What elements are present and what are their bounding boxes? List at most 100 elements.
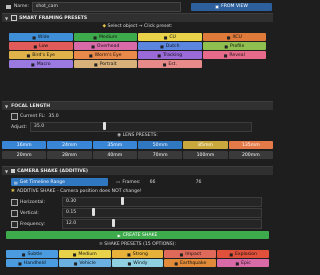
track-icon: ■ [157, 52, 162, 58]
slider-knob[interactable] [121, 197, 125, 205]
framing-preset-label: Tracking [163, 52, 183, 58]
framing-preset-low-button[interactable]: ■ Low [9, 42, 73, 50]
shake-preset-impact-button[interactable]: ■ Impact [164, 250, 217, 258]
frame-start-input[interactable]: 66 [147, 178, 190, 186]
framing-preset-label: Profile [229, 43, 245, 49]
frequency-slider[interactable]: 12.0 [62, 219, 262, 229]
shake-preset-strong-button[interactable]: ■ Strong [111, 250, 164, 258]
camera-name-input[interactable]: shot_cam [31, 1, 182, 12]
framing-hint-text: Select object → Click preset: [107, 24, 173, 29]
lens-presets-header: ◉ LENS PRESETS: [0, 133, 275, 140]
vertical-checkbox[interactable] [11, 209, 18, 217]
shake-preset-subtle-button[interactable]: ■ Subtle [6, 250, 58, 258]
lens-70mm-button[interactable]: 70mm [137, 151, 183, 159]
lens-85mm-button[interactable]: 85mm [183, 141, 228, 149]
framing-preset-macro-button[interactable]: ■ Macro [9, 60, 73, 68]
shake-preset-icon: ■ [73, 260, 78, 266]
section-camera-shake[interactable]: ▼ CAMERA SHAKE (ADDITIVE) [2, 166, 273, 175]
framing-preset-label: Macro [36, 61, 51, 67]
collapse-triangle-icon: ▼ [5, 103, 9, 109]
framing-preset-dutch-button[interactable]: ■ Dutch [138, 42, 202, 50]
section-focal-length[interactable]: ▼ FOCAL LENGTH [2, 101, 273, 110]
framing-preset-est-button[interactable]: ■ Est. [138, 60, 202, 68]
lens-28mm-button[interactable]: 28mm [47, 151, 92, 159]
shake-preset-label: Subtle [27, 251, 43, 257]
create-shake-button[interactable]: ▶ CREATE SHAKE [6, 231, 269, 239]
framing-preset-bird-s-eye-button[interactable]: ■ Bird's Eye [9, 51, 73, 59]
framing-preset-portrait-button[interactable]: ■ Portrait [73, 60, 137, 68]
lens-20mm-button[interactable]: 20mm [2, 151, 47, 159]
section-title: FOCAL LENGTH [11, 103, 51, 109]
framing-preset-cu-button[interactable]: ■ CU [138, 33, 202, 41]
create-icon: ▶ [117, 232, 121, 238]
shake-preset-explosion-button[interactable]: ■ Explosion [217, 250, 269, 258]
horizontal-checkbox[interactable] [11, 198, 18, 206]
adjust-row: Adjust: 35.0 [11, 122, 266, 132]
lens-preset-row-1: 16mm 24mm 35mm 50mm 85mm 135mm [2, 141, 273, 149]
shake-preset-label: Epic [241, 260, 251, 266]
shake-preset-icon: ■ [235, 260, 240, 266]
framing-preset-tracking-button[interactable]: ■ Tracking [138, 51, 202, 59]
framing-preset-overhead-button[interactable]: ■ Overhead [73, 42, 137, 50]
lens-16mm-button[interactable]: 16mm [2, 141, 47, 149]
shake-preset-icon: ■ [127, 251, 131, 257]
arrow-up-icon: ■ [33, 43, 38, 49]
section-smart-framing[interactable]: ▼ SMART FRAMING PRESETS [2, 13, 273, 22]
additive-shake-note: ✱ ADDITIVE SHAKE - Camera position does … [11, 188, 269, 195]
lens-24mm-button[interactable]: 24mm [47, 141, 92, 149]
focal-adjust-slider[interactable]: 35.0 [29, 122, 252, 132]
from-view-button[interactable]: ▣ FROM VIEW [191, 2, 272, 11]
frame-icon: ■ [93, 34, 97, 40]
shake-preset-medium-button[interactable]: ■ Medium [58, 250, 111, 258]
lens-35mm-button[interactable]: 35mm [92, 141, 137, 149]
shake-preset-earthquake-button[interactable]: ■ Earthquake [164, 259, 217, 267]
shake-preset-handheld-button[interactable]: ■ Handheld [6, 259, 58, 267]
framing-preset-label: Reveal [229, 52, 245, 58]
shake-preset-vehicle-button[interactable]: ■ Vehicle [58, 259, 111, 267]
get-timeline-range-button[interactable]: ▤ Get Timeline Range [11, 178, 108, 186]
arrows-expand-icon: ■ [32, 34, 36, 40]
framing-hint: ◆ Select object → Click preset: [0, 24, 275, 31]
frames-label: Frames: [122, 179, 141, 185]
frame-end-input[interactable]: 76 [193, 178, 236, 186]
shake-preset-label: Windy [133, 260, 148, 266]
shake-preset-icon: ■ [179, 251, 184, 257]
lens-135mm-button[interactable]: 135mm [228, 141, 273, 149]
shake-preset-label: Impact [185, 251, 202, 257]
horizontal-slider[interactable]: 0.30 [62, 197, 262, 207]
lens-200mm-button[interactable]: 200mm [228, 151, 273, 159]
framing-preset-medium-button[interactable]: ■ Medium [73, 33, 137, 41]
framing-preset-profile-button[interactable]: ■ Profile [202, 42, 266, 50]
framing-preset-worm-s-eye-button[interactable]: ■ Worm's Eye [73, 51, 137, 59]
shake-preset-epic-button[interactable]: ■ Epic [217, 259, 269, 267]
current-fl-label: Current FL: [20, 113, 46, 119]
framing-preset-wide-button[interactable]: ■ Wide [9, 33, 73, 41]
framing-preset-label: Medium [98, 34, 118, 40]
framing-preset-label: Est. [168, 61, 177, 67]
current-fl-value: 35.0 [48, 113, 59, 119]
frequency-value: 12.0 [66, 221, 77, 226]
shake-preset-windy-button[interactable]: ■ Windy [111, 259, 164, 267]
lens-100mm-button[interactable]: 100mm [183, 151, 228, 159]
frequency-checkbox[interactable] [11, 220, 18, 228]
frames-icon: ▭ [116, 179, 121, 185]
shake-preset-grid: ■ Subtle ■ Medium ■ Strong ■ Impact ■ Explosion ■ H… [6, 250, 269, 267]
arrow-down-icon: ■ [91, 43, 95, 49]
lens-40mm-button[interactable]: 40mm [92, 151, 137, 159]
vertical-slider[interactable]: 0.15 [62, 208, 262, 218]
shake-preset-icon: ■ [174, 260, 179, 266]
horizontal-row: Horizontal: 0.30 [11, 197, 269, 207]
framing-preset-label: Portrait [99, 61, 117, 67]
current-fl-icon [11, 112, 18, 120]
slider-knob[interactable] [91, 208, 95, 216]
lens-50mm-button[interactable]: 50mm [137, 141, 183, 149]
person-icon: ■ [163, 34, 168, 40]
slider-knob[interactable] [111, 219, 115, 227]
lens-presets-title: LENS PRESETS: [122, 133, 158, 138]
framing-preset-label: Overhead [96, 43, 120, 49]
slider-knob[interactable] [102, 122, 106, 130]
framing-preset-reveal-button[interactable]: ■ Reveal [202, 51, 266, 59]
framing-preset-xcu-button[interactable]: ■ XCU [202, 33, 266, 41]
section-title: SMART FRAMING PRESETS [19, 15, 88, 21]
shake-preset-label: Explosion [234, 251, 257, 257]
